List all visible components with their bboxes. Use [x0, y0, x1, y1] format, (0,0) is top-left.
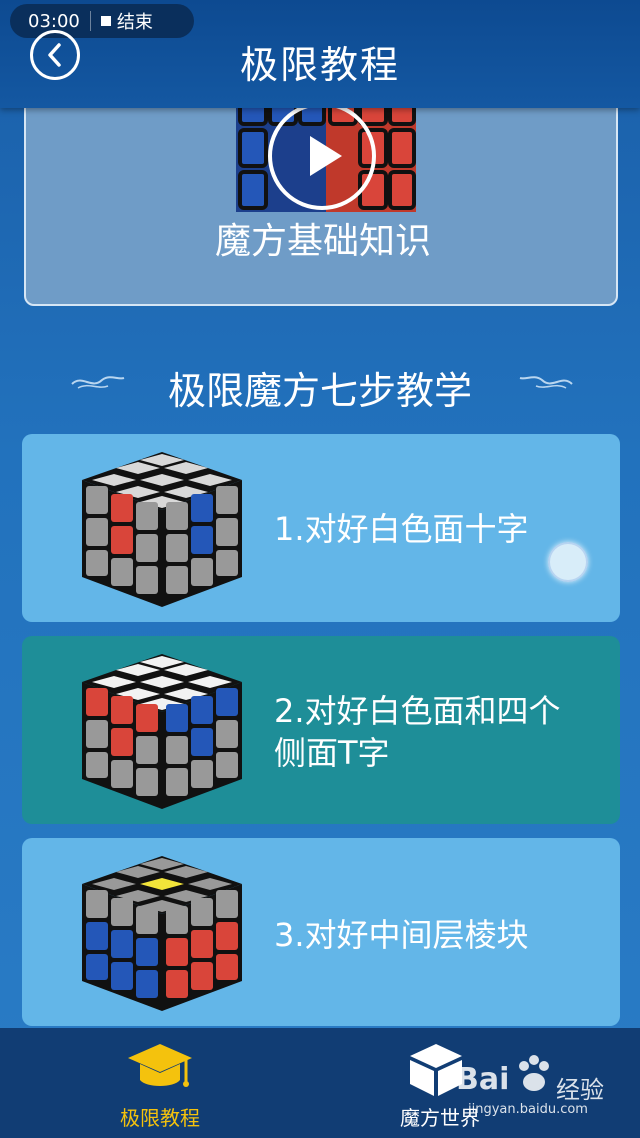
cube-step-2-icon — [82, 654, 242, 809]
watermark-side: 经验 — [556, 1076, 604, 1104]
step-card-1[interactable]: 1.对好白色面十字 — [22, 434, 620, 622]
step-card-2[interactable]: 2.对好白色面和四个侧面T字 — [22, 636, 620, 824]
status-time: 03:00 — [28, 10, 80, 32]
page-title: 极限教程 — [239, 43, 400, 87]
watermark-brand: Bai — [456, 1062, 510, 1097]
play-button[interactable] — [268, 102, 376, 210]
step-label-1: 1.对好白色面十字 — [274, 510, 529, 548]
watermark-url: jingyan.baidu.com — [468, 1102, 588, 1117]
step-label-3: 3.对好中间层棱块 — [274, 916, 529, 954]
top-app-bar: 03:00 结束 极限教程 — [0, 0, 640, 108]
intro-video-card[interactable]: 魔方基础知识 — [24, 80, 618, 306]
cube-step-3-icon — [82, 856, 242, 1011]
nav-label-tutorial: 极限教程 — [120, 1106, 200, 1130]
right-swirl-decoration — [519, 376, 573, 389]
end-recording-label: 结束 — [116, 12, 153, 33]
graduation-cap-icon — [128, 1044, 192, 1087]
baidu-watermark: Bai 经验 jingyan.baidu.com — [456, 1050, 636, 1120]
touch-indicator — [548, 542, 588, 582]
recording-status-pill[interactable]: 03:00 结束 — [10, 4, 194, 38]
stop-icon — [100, 16, 111, 26]
paw-icon — [519, 1055, 549, 1091]
status-divider — [89, 11, 91, 31]
nav-tab-tutorial[interactable]: 极限教程 — [0, 1028, 320, 1138]
play-icon — [310, 136, 342, 176]
cube-step-1-icon — [82, 452, 242, 607]
step-card-3[interactable]: 3.对好中间层棱块 — [22, 838, 620, 1026]
intro-card-label: 魔方基础知识 — [214, 221, 431, 262]
step-label-2: 2.对好白色面和四个侧面T字 — [274, 692, 561, 772]
